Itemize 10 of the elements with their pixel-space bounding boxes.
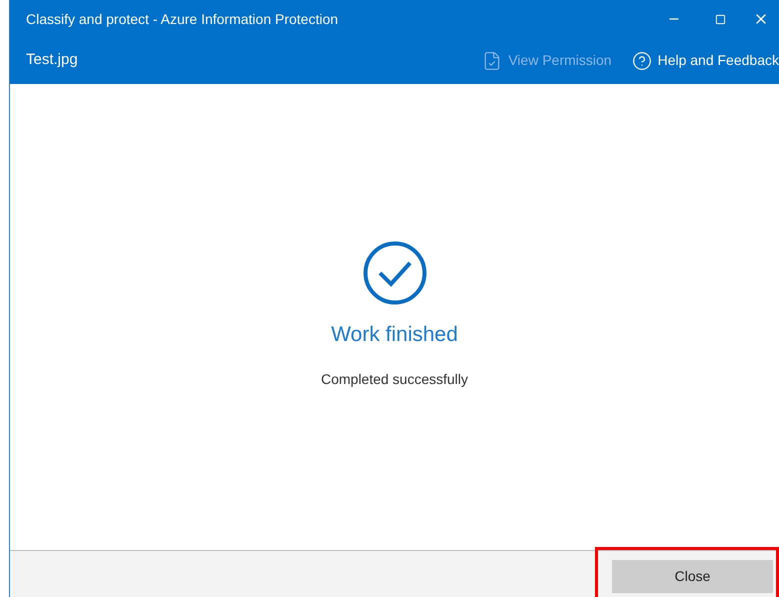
- window-title: Classify and protect - Azure Information Protection: [26, 10, 340, 29]
- help-button[interactable]: Help and Feedback: [632, 50, 779, 71]
- question-mark-icon: [632, 50, 652, 70]
- file-name: Test.jpg: [26, 50, 79, 70]
- maximize-icon: [714, 14, 726, 24]
- result-title: Work finished: [331, 322, 458, 348]
- checkmark-circle-icon: [362, 241, 426, 305]
- document-check-icon: [482, 50, 502, 70]
- close-button[interactable]: Close: [612, 560, 773, 593]
- result-message: Completed successfully: [320, 370, 468, 389]
